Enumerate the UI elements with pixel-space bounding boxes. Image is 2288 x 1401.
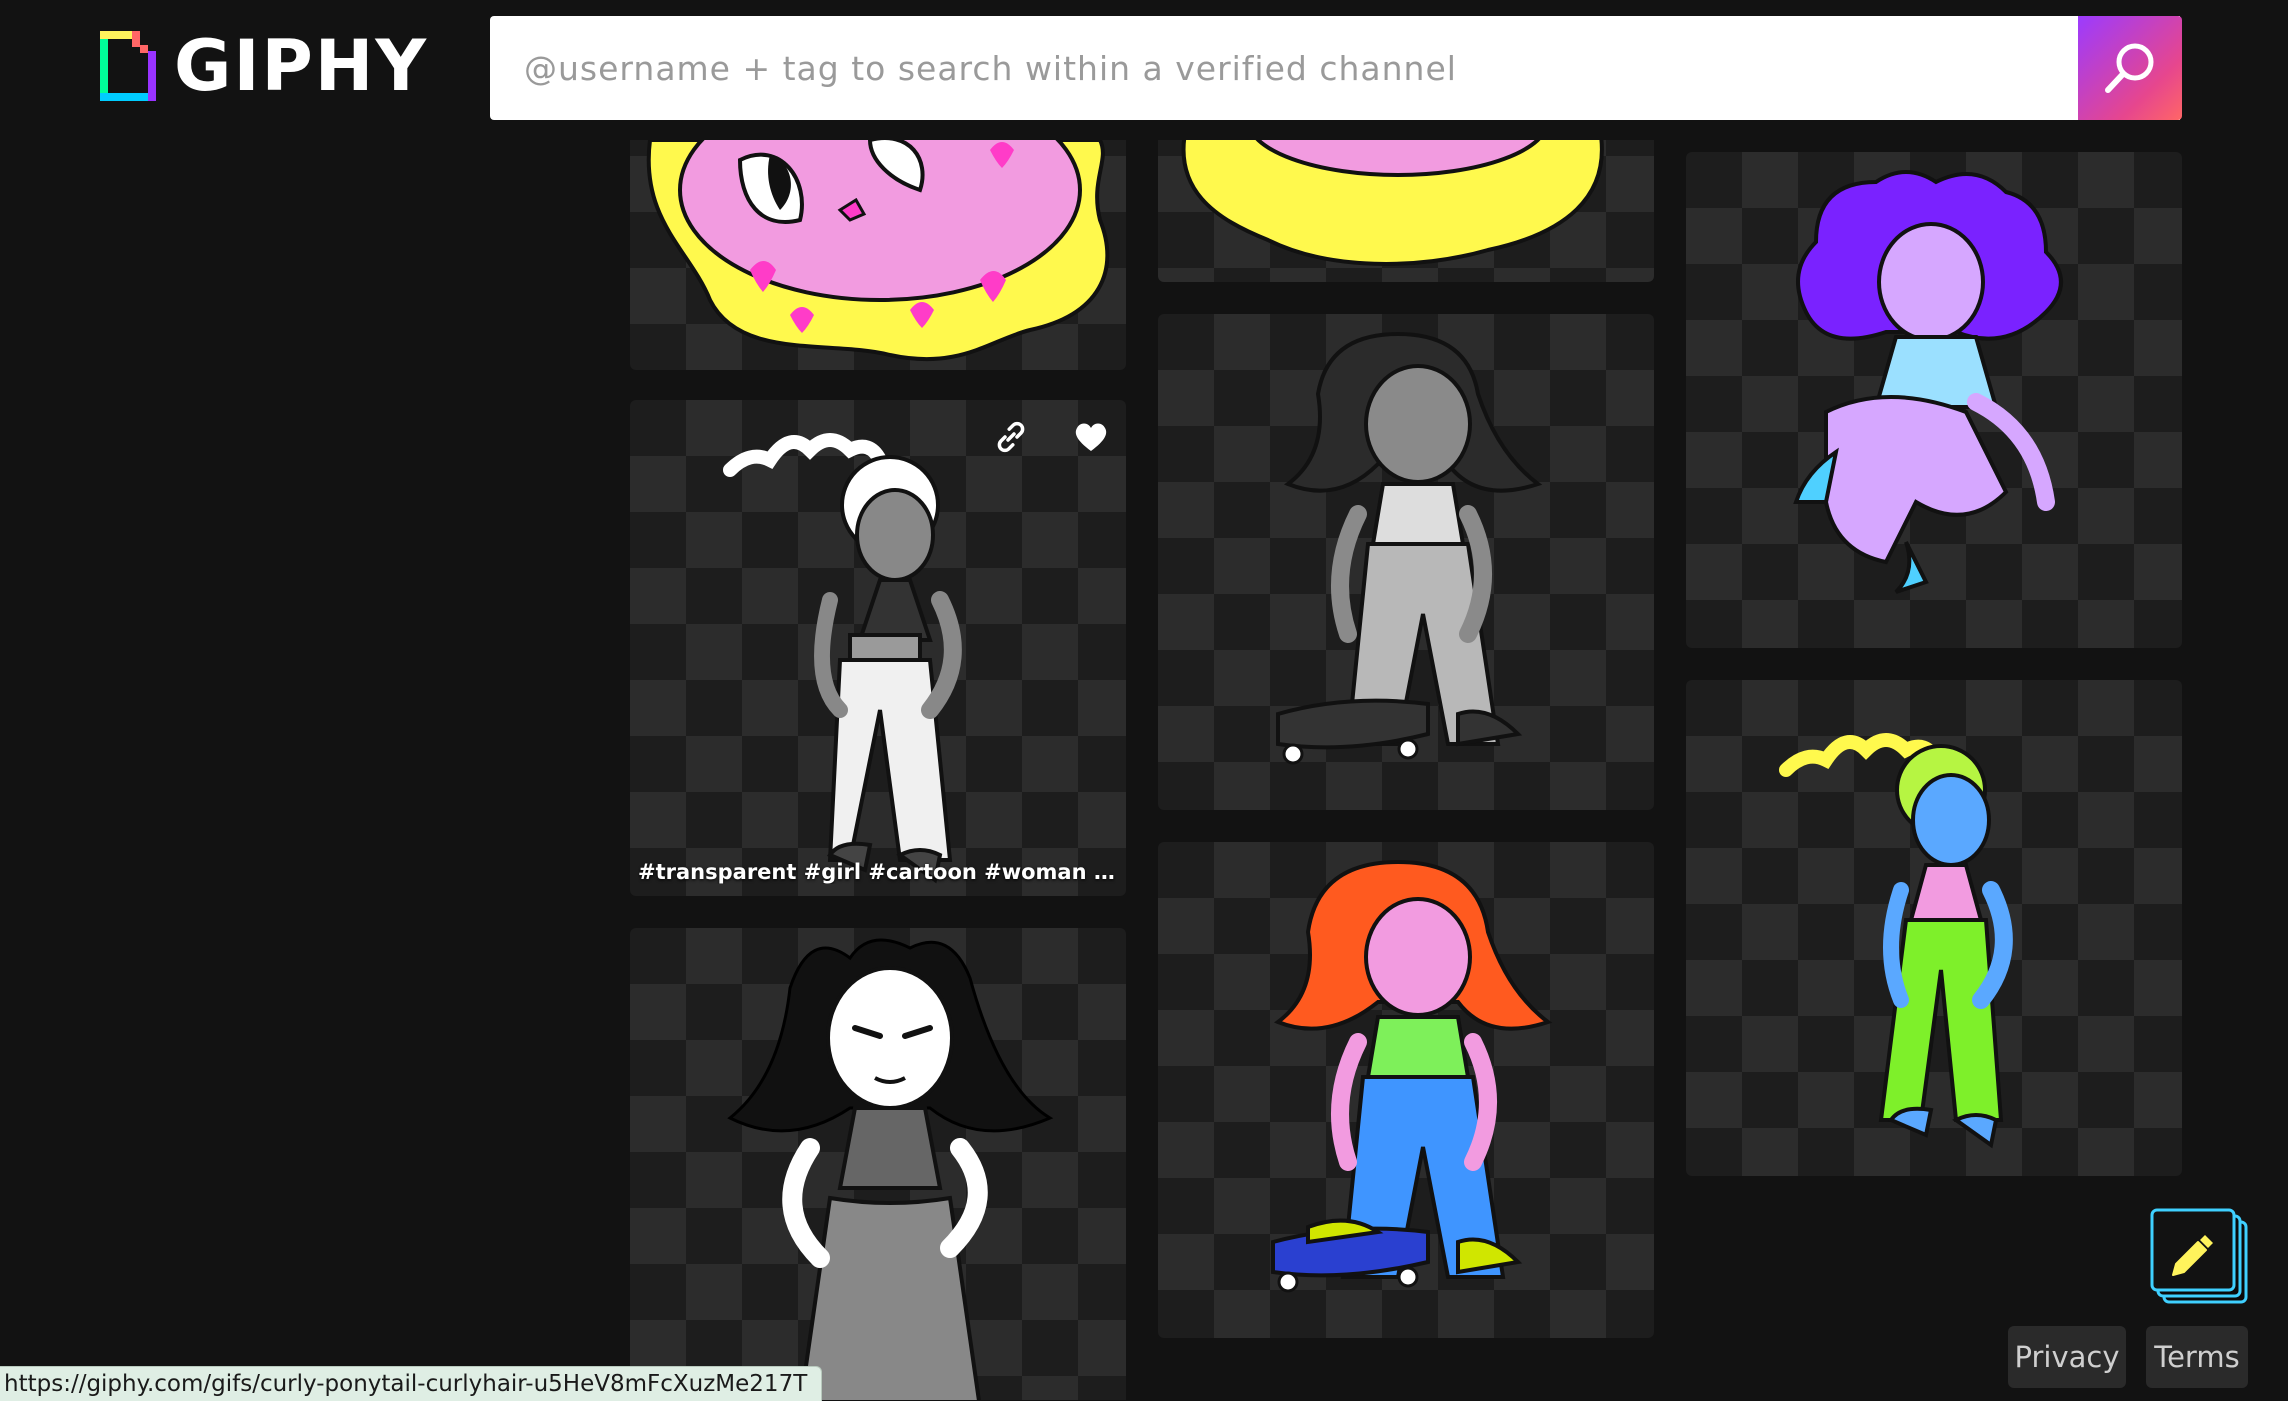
gif-black-hair-girl-art	[727, 938, 1054, 1400]
gif-purple-hair-sitting-girl-art	[1793, 170, 2063, 594]
gif-grayscale-curly-ponytail-girl[interactable]: #transparent #girl #cartoon #woman #nic.…	[630, 400, 1126, 896]
privacy-link[interactable]: Privacy	[2008, 1326, 2126, 1388]
gif-redhead-skateboard-girl-art	[1271, 859, 1553, 1293]
search-input[interactable]	[490, 16, 2084, 120]
gif-black-hair-girl[interactable]	[630, 928, 1126, 1400]
gif-grayscale-skateboard-girl-art	[1276, 331, 1543, 765]
gif-pink-face-hearts-art	[646, 100, 1110, 361]
giphy-logo-text: GIPHY	[174, 25, 429, 107]
gif-tags[interactable]: #transparent #girl #cartoon #woman #nic.…	[638, 860, 1116, 884]
search-button[interactable]	[2078, 16, 2182, 120]
search-bar	[490, 16, 2180, 120]
giphy-logo[interactable]: GIPHY	[100, 28, 428, 104]
gif-grayscale-skateboard-girl[interactable]	[1158, 314, 1654, 810]
status-bar-url: https://giphy.com/gifs/curly-ponytail-cu…	[0, 1366, 823, 1401]
gif-blue-ponytail-girl-art	[1779, 733, 2013, 1149]
edit-button[interactable]	[2150, 1208, 2250, 1308]
gif-pink-face-hearts[interactable]	[630, 100, 1126, 370]
site-header: GIPHY	[0, 0, 2288, 140]
search-icon	[2105, 43, 2154, 93]
gif-redhead-skateboard-girl[interactable]	[1158, 842, 1654, 1338]
giphy-logo-icon	[100, 31, 156, 101]
heart-icon[interactable]	[1072, 418, 1110, 456]
terms-link[interactable]: Terms	[2146, 1326, 2248, 1388]
gif-blue-ponytail-girl[interactable]	[1686, 680, 2182, 1176]
gif-grayscale-curly-ponytail-girl-art	[723, 433, 962, 884]
pencil-icon	[2150, 1208, 2248, 1304]
gif-purple-hair-sitting-girl[interactable]	[1686, 152, 2182, 648]
tile-actions	[992, 418, 1110, 456]
link-icon[interactable]	[992, 418, 1030, 456]
